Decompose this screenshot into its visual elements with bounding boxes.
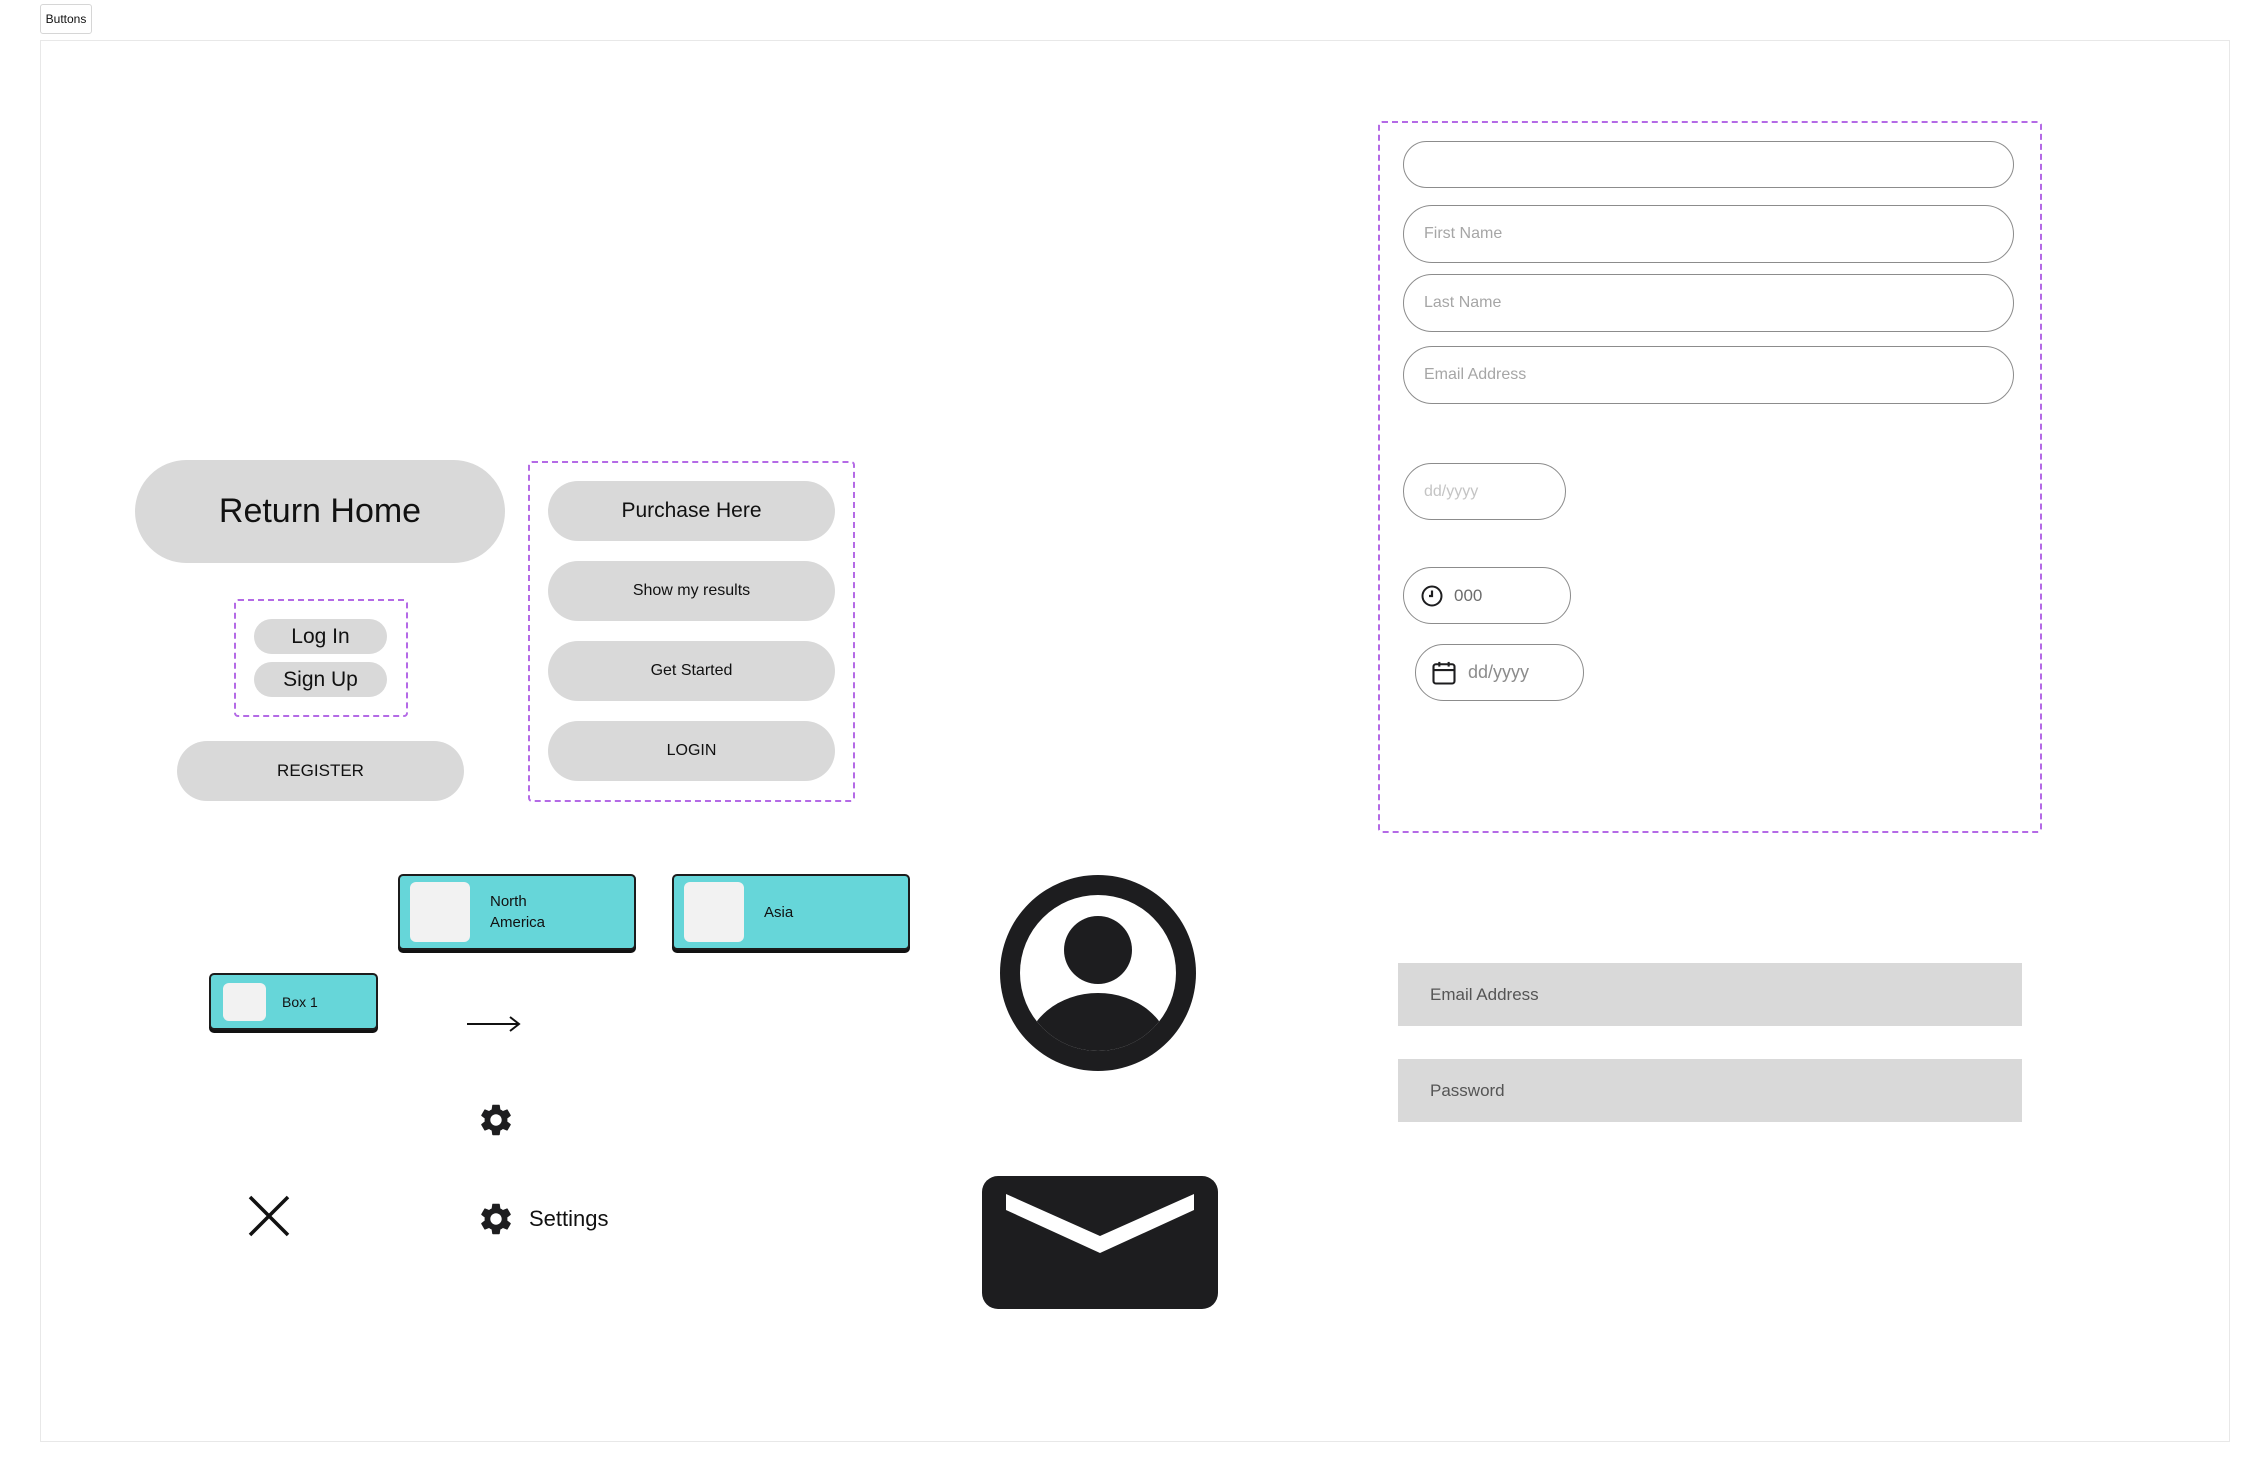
- login-button[interactable]: LOGIN: [548, 721, 835, 781]
- last-name-field[interactable]: Last Name: [1403, 274, 2014, 332]
- email-field[interactable]: Email Address: [1403, 346, 2014, 404]
- card-box-1[interactable]: Box 1: [209, 973, 378, 1030]
- card-thumbnail: [223, 982, 266, 1021]
- frame-label: Buttons: [40, 4, 92, 34]
- arrow-right-icon[interactable]: [466, 1012, 522, 1036]
- card-label: North America: [490, 893, 546, 931]
- return-home-button[interactable]: Return Home: [135, 460, 505, 563]
- log-in-button[interactable]: Log In: [254, 619, 387, 654]
- code-placeholder: 000: [1454, 585, 1483, 605]
- calendar-icon: [1430, 659, 1458, 687]
- sign-up-button[interactable]: Sign Up: [254, 662, 387, 697]
- settings-link[interactable]: Settings: [477, 1199, 637, 1239]
- date-field[interactable]: dd/yyyy: [1403, 463, 1566, 520]
- register-button[interactable]: REGISTER: [177, 741, 464, 801]
- mail-icon[interactable]: [982, 1176, 1218, 1309]
- user-circle-icon[interactable]: [1000, 875, 1196, 1071]
- card-thumbnail: [684, 882, 744, 942]
- date-picker-field[interactable]: dd/yyyy: [1415, 644, 1584, 701]
- card-thumbnail: [410, 882, 470, 942]
- get-started-button[interactable]: Get Started: [548, 641, 835, 701]
- show-my-results-button[interactable]: Show my results: [548, 561, 835, 621]
- text-input[interactable]: [1403, 141, 2014, 188]
- card-label: Asia: [764, 903, 794, 921]
- first-name-field[interactable]: First Name: [1403, 205, 2014, 263]
- auth-button-group: [234, 599, 408, 717]
- clock-icon: [1420, 584, 1444, 608]
- code-field[interactable]: 000: [1403, 567, 1571, 624]
- card-label: Box 1: [282, 993, 318, 1010]
- password-input[interactable]: Password: [1398, 1059, 2022, 1122]
- card-asia[interactable]: Asia: [672, 874, 910, 950]
- gear-icon[interactable]: [477, 1101, 515, 1139]
- card-north-america[interactable]: North America: [398, 874, 636, 950]
- date-placeholder: dd/yyyy: [1468, 662, 1530, 682]
- settings-label: Settings: [529, 1206, 609, 1231]
- email-address-input[interactable]: Email Address: [1398, 963, 2022, 1026]
- gear-icon: [477, 1200, 515, 1238]
- purchase-here-button[interactable]: Purchase Here: [548, 481, 835, 541]
- close-icon[interactable]: [247, 1194, 291, 1238]
